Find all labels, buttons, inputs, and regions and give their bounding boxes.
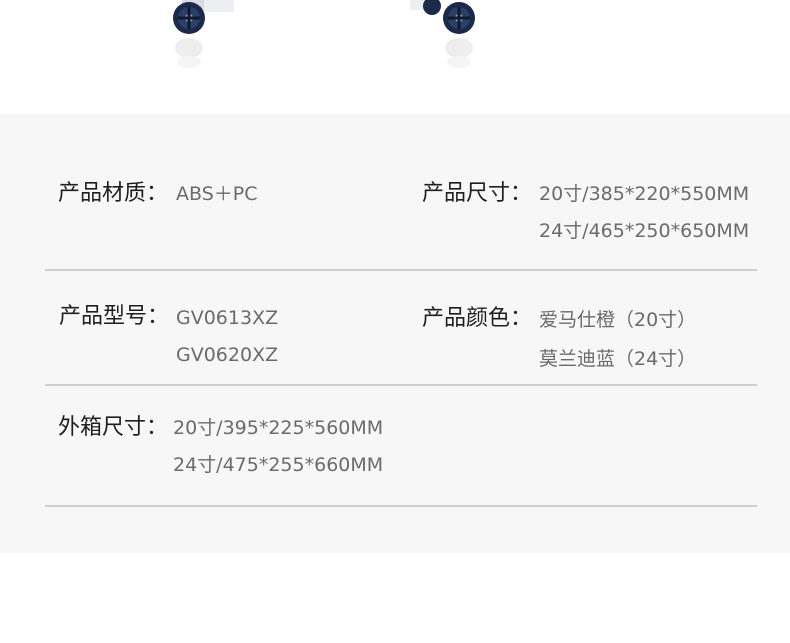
carton-size-label: 外箱尺寸： <box>58 415 169 440</box>
model-value: GV0613XZ GV0620XZ <box>176 309 278 365</box>
color-label: 产品颜色： <box>422 306 533 331</box>
model-value-line: GV0613XZ <box>176 307 279 329</box>
page-bottom <box>0 553 790 643</box>
suitcase-wheel-left <box>160 0 240 80</box>
material-value: ABS＋PC <box>176 185 257 204</box>
color-value: 爱马仕橙（20寸） 莫兰迪蓝（24寸） <box>539 311 696 369</box>
size-label: 产品尺寸： <box>422 181 533 206</box>
suitcase-wheel-right <box>410 0 490 80</box>
divider <box>45 505 757 507</box>
color-value-line: 爱马仕橙（20寸） <box>539 309 697 331</box>
divider <box>45 269 757 271</box>
carton-size-value: 20寸/395*225*560MM 24寸/475*255*660MM <box>173 419 383 475</box>
material-value-line: ABS＋PC <box>176 183 258 205</box>
color-value-line: 莫兰迪蓝（24寸） <box>539 348 697 370</box>
model-label: 产品型号： <box>59 304 170 329</box>
divider <box>45 384 757 386</box>
size-value: 20寸/385*220*550MM 24寸/465*250*650MM <box>539 185 749 241</box>
size-value-line: 24寸/465*250*650MM <box>539 220 750 242</box>
material-label: 产品材质： <box>58 181 169 206</box>
product-photo <box>0 0 790 114</box>
carton-size-value-line: 20寸/395*225*560MM <box>173 417 384 439</box>
model-value-line: GV0620XZ <box>176 344 279 366</box>
carton-size-value-line: 24寸/475*255*660MM <box>173 454 384 476</box>
size-value-line: 20寸/385*220*550MM <box>539 183 750 205</box>
